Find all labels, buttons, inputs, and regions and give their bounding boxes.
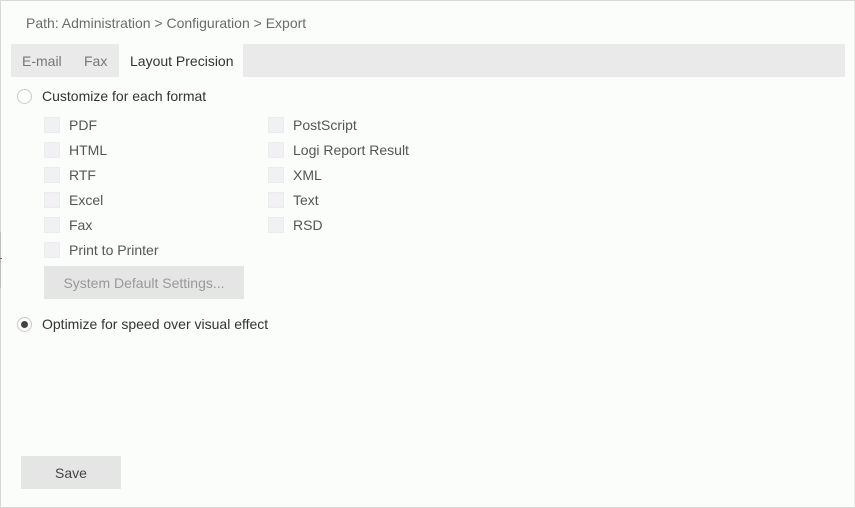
checkbox[interactable] (44, 192, 60, 208)
checkbox-label: HTML (69, 142, 108, 158)
format-checkbox-fax[interactable]: Fax (44, 216, 92, 234)
format-checkbox-html[interactable]: HTML (44, 141, 107, 159)
checkbox-label: Excel (69, 192, 104, 208)
format-checkbox-print-to-printer[interactable]: Print to Printer (44, 241, 158, 259)
checkbox[interactable] (44, 117, 60, 133)
system-default-settings-button[interactable]: System Default Settings... (44, 266, 244, 299)
format-checkbox-logi-report-result[interactable]: Logi Report Result (268, 141, 409, 159)
format-checkbox-text[interactable]: Text (268, 191, 319, 209)
optimize-radio[interactable] (17, 316, 32, 332)
checkbox[interactable] (44, 142, 60, 158)
checkbox[interactable] (268, 167, 284, 183)
tab-fax[interactable]: Fax (84, 44, 107, 77)
checkbox-label: Logi Report Result (293, 142, 409, 158)
checkbox[interactable] (268, 117, 284, 133)
save-button[interactable]: Save (21, 456, 121, 489)
format-checkbox-pdf[interactable]: PDF (44, 116, 97, 134)
tab-layout-precision[interactable]: Layout Precision (119, 44, 243, 77)
customize-radio-option[interactable]: Customize for each format (17, 86, 206, 106)
checkbox[interactable] (268, 217, 284, 233)
checkbox[interactable] (44, 242, 60, 258)
format-checkbox-rsd[interactable]: RSD (268, 216, 323, 234)
optimize-radio-label: Optimize for speed over visual effect (42, 316, 269, 332)
optimize-radio-option[interactable]: Optimize for speed over visual effect (17, 314, 268, 334)
checkbox-label: PDF (69, 117, 97, 133)
customize-radio[interactable] (17, 88, 32, 104)
checkbox-label: Print to Printer (69, 242, 159, 258)
checkbox-label: RSD (293, 217, 323, 233)
customize-radio-label: Customize for each format (42, 88, 207, 104)
resize-handle[interactable] (0, 232, 3, 288)
checkbox-label: Fax (69, 217, 93, 233)
format-checkbox-excel[interactable]: Excel (44, 191, 103, 209)
tab-email[interactable]: E-mail (22, 44, 62, 77)
checkbox-label: RTF (69, 167, 96, 183)
checkbox[interactable] (268, 192, 284, 208)
checkbox[interactable] (44, 217, 60, 233)
tab-bar: E-mail Fax Layout Precision (11, 44, 845, 77)
checkbox[interactable] (268, 142, 284, 158)
checkbox[interactable] (44, 167, 60, 183)
checkbox-label: Text (293, 192, 319, 208)
format-checkbox-postscript[interactable]: PostScript (268, 116, 357, 134)
checkbox-label: XML (293, 167, 322, 183)
breadcrumb: Path: Administration > Configuration > E… (26, 15, 307, 31)
format-checkbox-rtf[interactable]: RTF (44, 166, 96, 184)
checkbox-label: PostScript (293, 117, 357, 133)
format-checkbox-xml[interactable]: XML (268, 166, 322, 184)
